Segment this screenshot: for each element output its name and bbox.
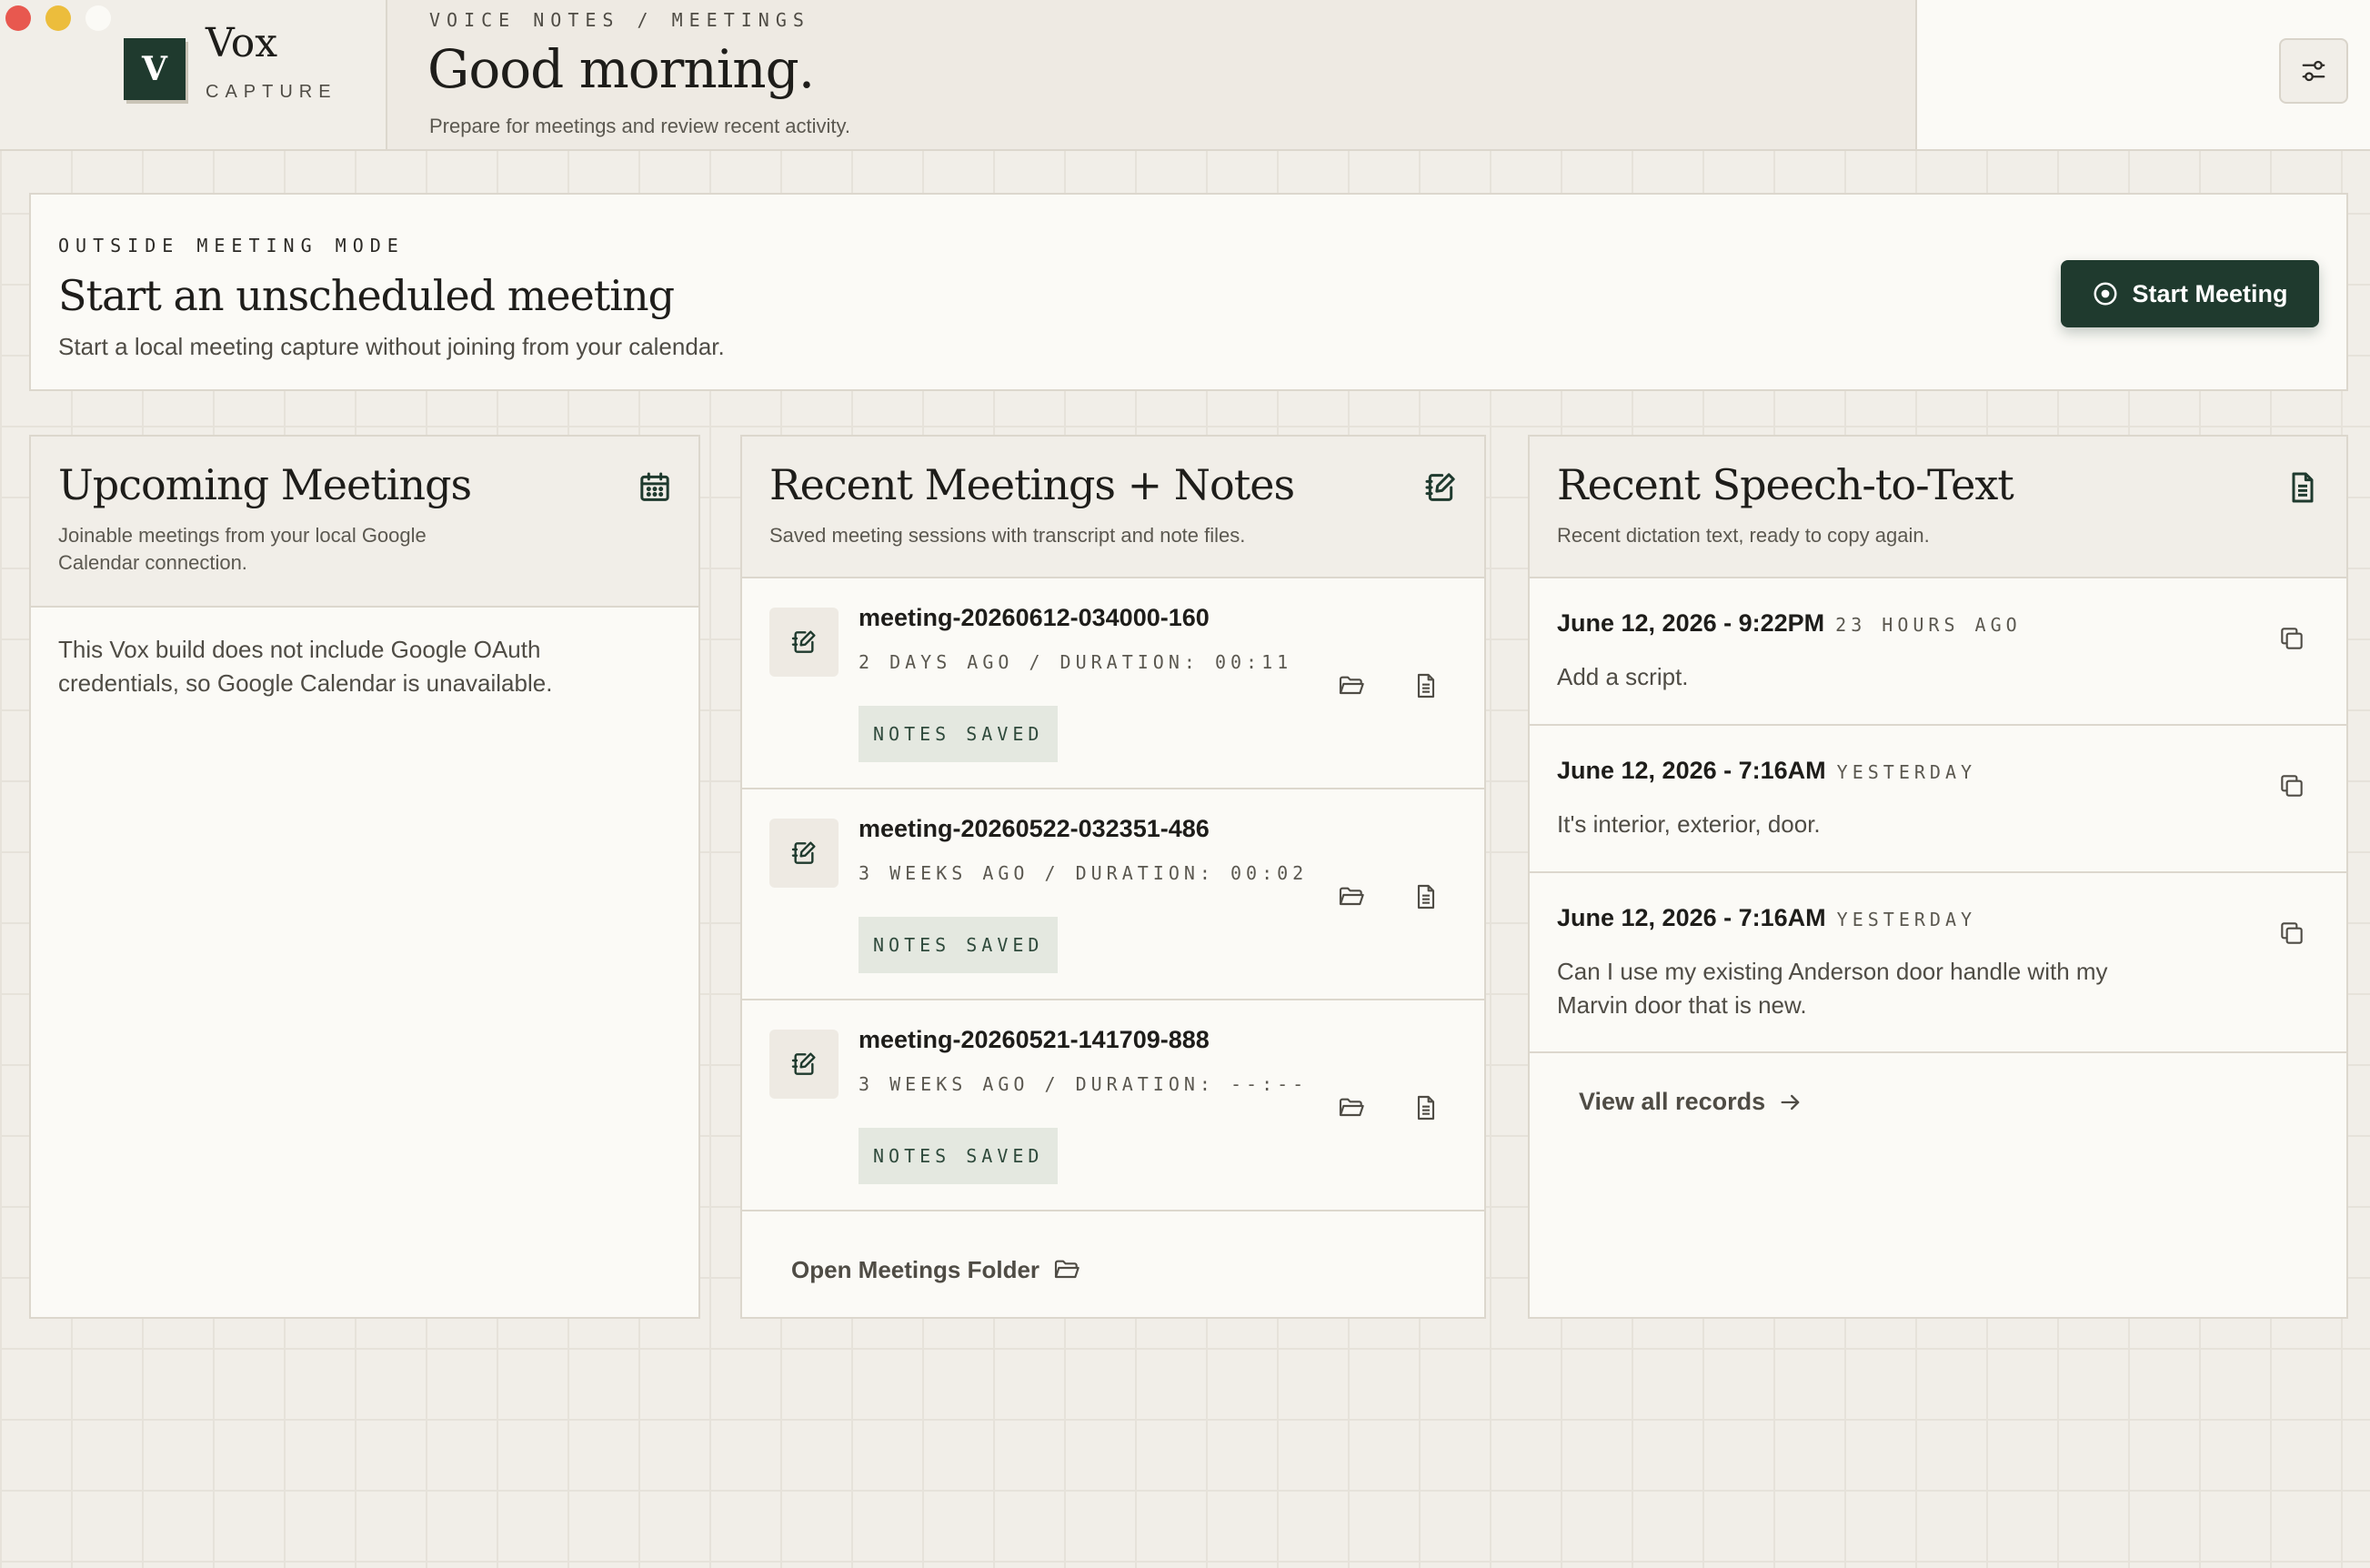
start-meeting-button[interactable]: Start Meeting xyxy=(2061,260,2319,327)
window-controls xyxy=(5,5,111,31)
meeting-notes-icon xyxy=(769,819,839,888)
stt-date-text: June 12, 2026 - 9:22PM xyxy=(1557,609,1825,637)
meeting-row[interactable]: meeting-20260612-034000-160 2 DAYS AGO /… xyxy=(742,578,1484,789)
meeting-row[interactable]: meeting-20260521-141709-888 3 WEEKS AGO … xyxy=(742,1000,1484,1211)
stt-date: June 12, 2026 - 7:16AM YESTERDAY xyxy=(1557,904,1976,932)
upcoming-meetings-panel: Upcoming Meetings Joinable meetings from… xyxy=(29,435,700,1319)
settings-button[interactable] xyxy=(2279,38,2348,104)
upcoming-description: Joinable meetings from your local Google… xyxy=(58,524,427,574)
copy-button[interactable] xyxy=(2274,915,2310,951)
open-meetings-folder-label: Open Meetings Folder xyxy=(791,1255,1040,1283)
stt-text: It's interior, exterior, door. xyxy=(1557,810,1821,838)
open-notes-button[interactable] xyxy=(1406,666,1446,706)
copy-icon xyxy=(2281,922,2303,944)
view-all-records-link[interactable]: View all records xyxy=(1579,1088,1803,1116)
minimize-window-button[interactable] xyxy=(45,5,71,31)
meeting-name[interactable]: meeting-20260612-034000-160 xyxy=(859,604,1210,632)
unscheduled-meeting-banner: OUTSIDE MEETING MODE Start an unschedule… xyxy=(29,193,2348,391)
record-icon xyxy=(2094,282,2117,306)
stt-record: June 12, 2026 - 9:22PM 23 HOURS AGO Add a… xyxy=(1530,578,2346,726)
page-header: VOICE NOTES / MEETINGS Good morning. Pre… xyxy=(387,0,1917,151)
stt-date-text: June 12, 2026 - 7:16AM xyxy=(1557,904,1826,931)
copy-button[interactable] xyxy=(2274,620,2310,657)
open-folder-button[interactable] xyxy=(1331,666,1371,706)
document-icon xyxy=(1417,884,1435,910)
upcoming-title: Upcoming Meetings xyxy=(58,460,472,509)
open-folder-button[interactable] xyxy=(1331,877,1371,917)
notes-saved-badge: NOTES SAVED xyxy=(859,917,1059,973)
speech-to-text-panel: Recent Speech-to-Text Recent dictation t… xyxy=(1528,435,2348,1319)
meeting-meta: 2 DAYS AGO / DURATION: 00:11 xyxy=(859,651,1293,673)
view-all-records-label: View all records xyxy=(1579,1088,1766,1115)
app-logo: V xyxy=(124,38,186,100)
stt-relative-time: 23 HOURS AGO xyxy=(1835,614,2022,636)
close-window-button[interactable] xyxy=(5,5,31,31)
calendar-unavailable-message: This Vox build does not include Google O… xyxy=(58,636,553,697)
folder-icon xyxy=(1339,676,1364,695)
page-title: Good morning. xyxy=(427,38,815,100)
meeting-row[interactable]: meeting-20260522-032351-486 3 WEEKS AGO … xyxy=(742,789,1484,1000)
open-notes-button[interactable] xyxy=(1406,1088,1446,1128)
copy-button[interactable] xyxy=(2274,768,2310,804)
open-notes-button[interactable] xyxy=(1406,877,1446,917)
upcoming-panel-header: Upcoming Meetings Joinable meetings from… xyxy=(31,437,698,608)
document-icon xyxy=(1417,1095,1435,1121)
stt-text: Can I use my existing Anderson door hand… xyxy=(1557,958,2108,1019)
app-name: Vox xyxy=(206,20,278,66)
stt-title: Recent Speech-to-Text xyxy=(1557,460,2014,509)
notes-saved-badge: NOTES SAVED xyxy=(859,1128,1059,1184)
open-meetings-folder-button[interactable]: Open Meetings Folder xyxy=(791,1255,1081,1284)
page-subtitle: Prepare for meetings and review recent a… xyxy=(429,115,851,137)
meeting-meta: 3 WEEKS AGO / DURATION: 00:02 xyxy=(859,862,1309,884)
stt-description: Recent dictation text, ready to copy aga… xyxy=(1557,524,1930,547)
document-icon xyxy=(2292,472,2314,503)
stt-text: Add a script. xyxy=(1557,663,1689,690)
meetings-description: Saved meeting sessions with transcript a… xyxy=(769,524,1246,547)
stt-date: June 12, 2026 - 7:16AM YESTERDAY xyxy=(1557,757,1976,785)
open-folder-button[interactable] xyxy=(1331,1088,1371,1128)
edit-note-icon xyxy=(1425,473,1455,501)
zoom-window-button[interactable] xyxy=(85,5,111,31)
stt-date: June 12, 2026 - 9:22PM 23 HOURS AGO xyxy=(1557,609,2022,638)
banner-kicker: OUTSIDE MEETING MODE xyxy=(58,235,405,256)
stt-date-text: June 12, 2026 - 7:16AM xyxy=(1557,757,1826,784)
copy-icon xyxy=(2281,775,2303,797)
banner-title: Start an unscheduled meeting xyxy=(58,271,675,320)
folder-icon xyxy=(1339,887,1364,906)
document-icon xyxy=(1417,673,1435,699)
stt-relative-time: YESTERDAY xyxy=(1836,761,1977,783)
stt-record: June 12, 2026 - 7:16AM YESTERDAY It's int… xyxy=(1530,726,2346,873)
calendar-icon xyxy=(640,472,669,501)
sliders-icon xyxy=(2302,60,2325,82)
breadcrumb: VOICE NOTES / MEETINGS xyxy=(429,9,810,31)
recent-meetings-panel: Recent Meetings + Notes Saved meeting se… xyxy=(740,435,1486,1319)
meetings-panel-header: Recent Meetings + Notes Saved meeting se… xyxy=(742,437,1484,578)
folder-icon xyxy=(1054,1260,1080,1279)
meeting-notes-icon xyxy=(769,1030,839,1099)
copy-icon xyxy=(2281,628,2303,649)
meeting-notes-icon xyxy=(769,608,839,677)
header-actions xyxy=(1917,0,2370,151)
meeting-name[interactable]: meeting-20260522-032351-486 xyxy=(859,815,1210,843)
arrow-right-icon xyxy=(1781,1094,1800,1110)
stt-record: June 12, 2026 - 7:16AM YESTERDAY Can I us… xyxy=(1530,873,2346,1053)
start-meeting-label: Start Meeting xyxy=(2132,279,2288,307)
folder-icon xyxy=(1339,1098,1364,1117)
banner-description: Start a local meeting capture without jo… xyxy=(58,333,725,360)
meeting-meta: 3 WEEKS AGO / DURATION: --:-- xyxy=(859,1073,1309,1095)
meetings-title: Recent Meetings + Notes xyxy=(769,460,1295,509)
stt-relative-time: YESTERDAY xyxy=(1836,909,1977,930)
stt-panel-header: Recent Speech-to-Text Recent dictation t… xyxy=(1530,437,2346,578)
notes-saved-badge: NOTES SAVED xyxy=(859,706,1059,762)
meeting-name[interactable]: meeting-20260521-141709-888 xyxy=(859,1026,1210,1054)
app-subtitle: CAPTURE xyxy=(206,82,337,102)
